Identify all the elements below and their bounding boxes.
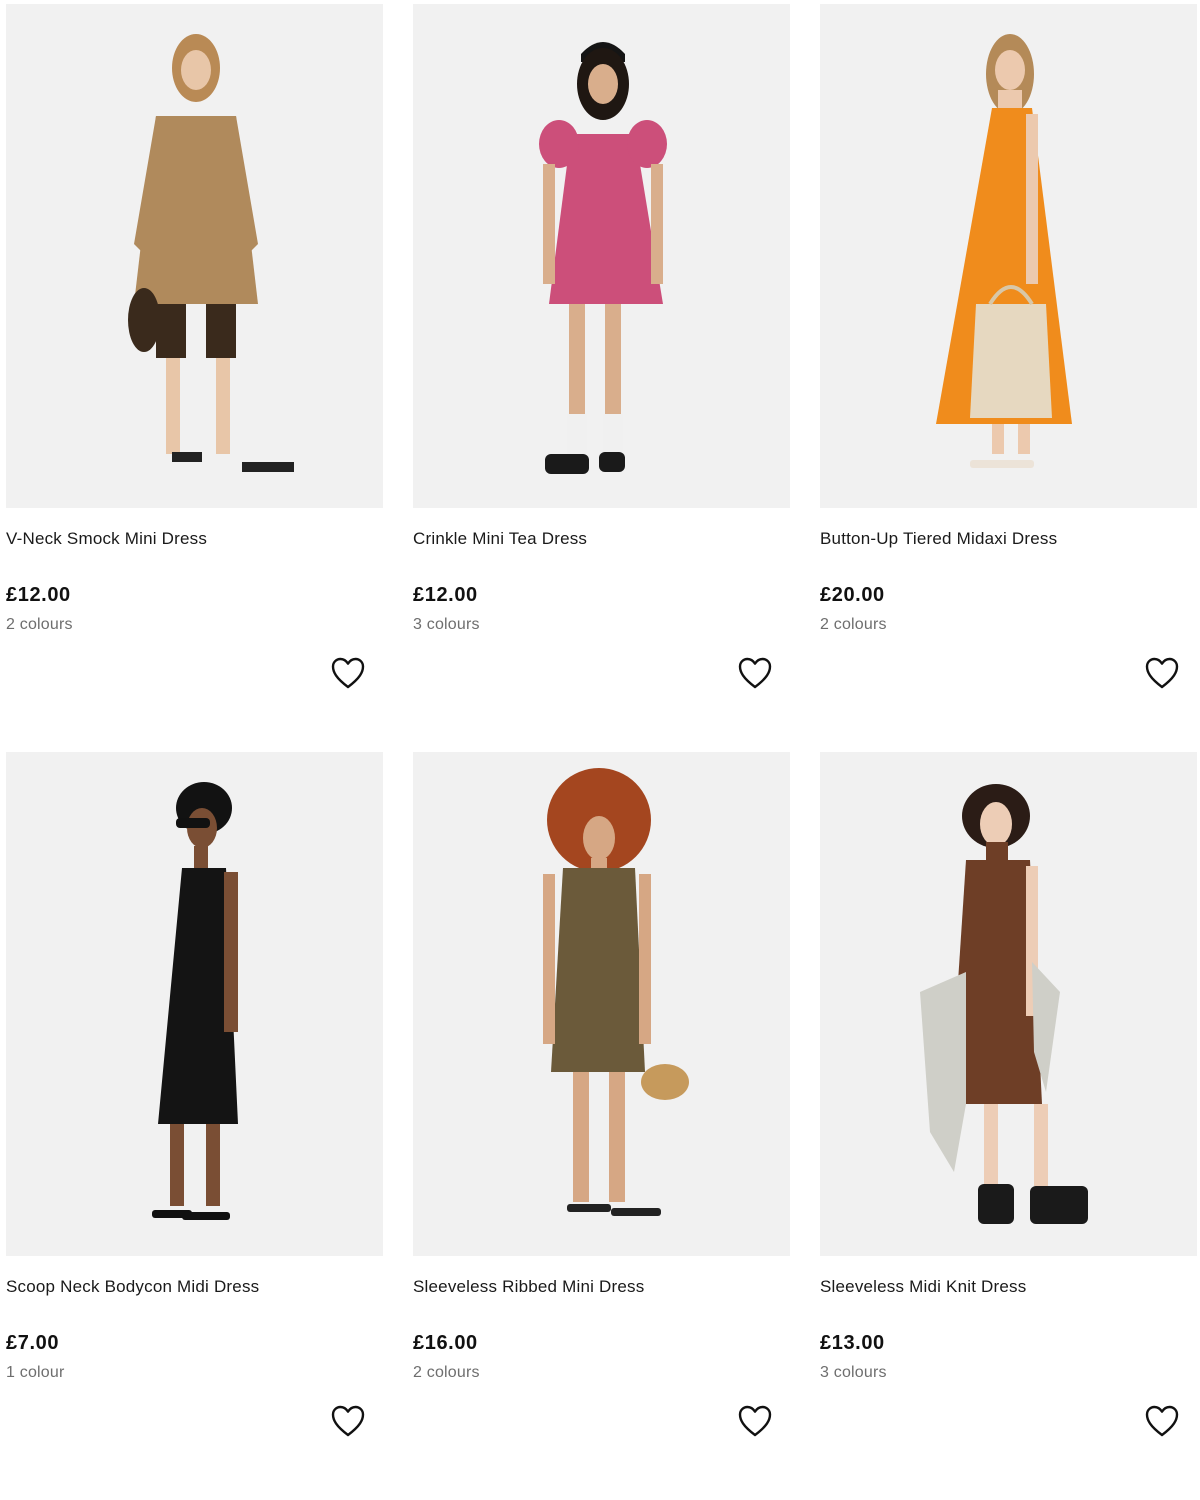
wishlist-button[interactable] — [1144, 656, 1180, 690]
model-photo — [543, 768, 689, 1216]
product-title[interactable]: Sleeveless Midi Knit Dress — [820, 1277, 1026, 1297]
model-photo — [539, 42, 667, 474]
model-photo — [128, 34, 294, 472]
product-title[interactable]: Scoop Neck Bodycon Midi Dress — [6, 1277, 259, 1297]
product-image[interactable] — [6, 752, 383, 1256]
product-price: £20.00 — [820, 584, 885, 606]
product-colour-count: 2 colours — [413, 1364, 480, 1381]
product-colour-count: 3 colours — [820, 1364, 887, 1381]
product-card[interactable]: V-Neck Smock Mini Dress £12.00 2 colours — [6, 4, 383, 752]
product-grid: V-Neck Smock Mini Dress £12.00 2 colours — [6, 4, 1198, 1500]
product-image[interactable] — [820, 752, 1197, 1256]
product-image[interactable] — [413, 4, 790, 508]
product-colour-count: 3 colours — [413, 616, 480, 633]
product-card[interactable]: Button-Up Tiered Midaxi Dress £20.00 2 c… — [820, 4, 1197, 752]
model-photo — [152, 782, 238, 1220]
wishlist-button[interactable] — [737, 1404, 773, 1438]
heart-outline-icon — [738, 1405, 772, 1437]
product-card[interactable]: Crinkle Mini Tea Dress £12.00 3 colours — [413, 4, 790, 752]
product-colour-count: 2 colours — [820, 616, 887, 633]
model-photo — [920, 784, 1088, 1224]
wishlist-button[interactable] — [330, 656, 366, 690]
heart-outline-icon — [738, 657, 772, 689]
product-card[interactable]: Scoop Neck Bodycon Midi Dress £7.00 1 co… — [6, 752, 383, 1500]
product-title[interactable]: Button-Up Tiered Midaxi Dress — [820, 529, 1057, 549]
product-image[interactable] — [413, 752, 790, 1256]
heart-outline-icon — [331, 657, 365, 689]
product-title[interactable]: Crinkle Mini Tea Dress — [413, 529, 587, 549]
heart-outline-icon — [331, 1405, 365, 1437]
product-price: £13.00 — [820, 1332, 885, 1354]
wishlist-button[interactable] — [330, 1404, 366, 1438]
product-colour-count: 1 colour — [6, 1364, 65, 1381]
product-card[interactable]: Sleeveless Midi Knit Dress £13.00 3 colo… — [820, 752, 1197, 1500]
product-price: £7.00 — [6, 1332, 60, 1354]
product-card[interactable]: Sleeveless Ribbed Mini Dress £16.00 2 co… — [413, 752, 790, 1500]
heart-outline-icon — [1145, 1405, 1179, 1437]
wishlist-button[interactable] — [737, 656, 773, 690]
product-price: £12.00 — [413, 584, 478, 606]
product-colour-count: 2 colours — [6, 616, 73, 633]
product-price: £16.00 — [413, 1332, 478, 1354]
product-price: £12.00 — [6, 584, 71, 606]
product-image[interactable] — [820, 4, 1197, 508]
heart-outline-icon — [1145, 657, 1179, 689]
wishlist-button[interactable] — [1144, 1404, 1180, 1438]
product-title[interactable]: Sleeveless Ribbed Mini Dress — [413, 1277, 644, 1297]
product-image[interactable] — [6, 4, 383, 508]
model-photo — [936, 34, 1072, 468]
product-title[interactable]: V-Neck Smock Mini Dress — [6, 529, 207, 549]
